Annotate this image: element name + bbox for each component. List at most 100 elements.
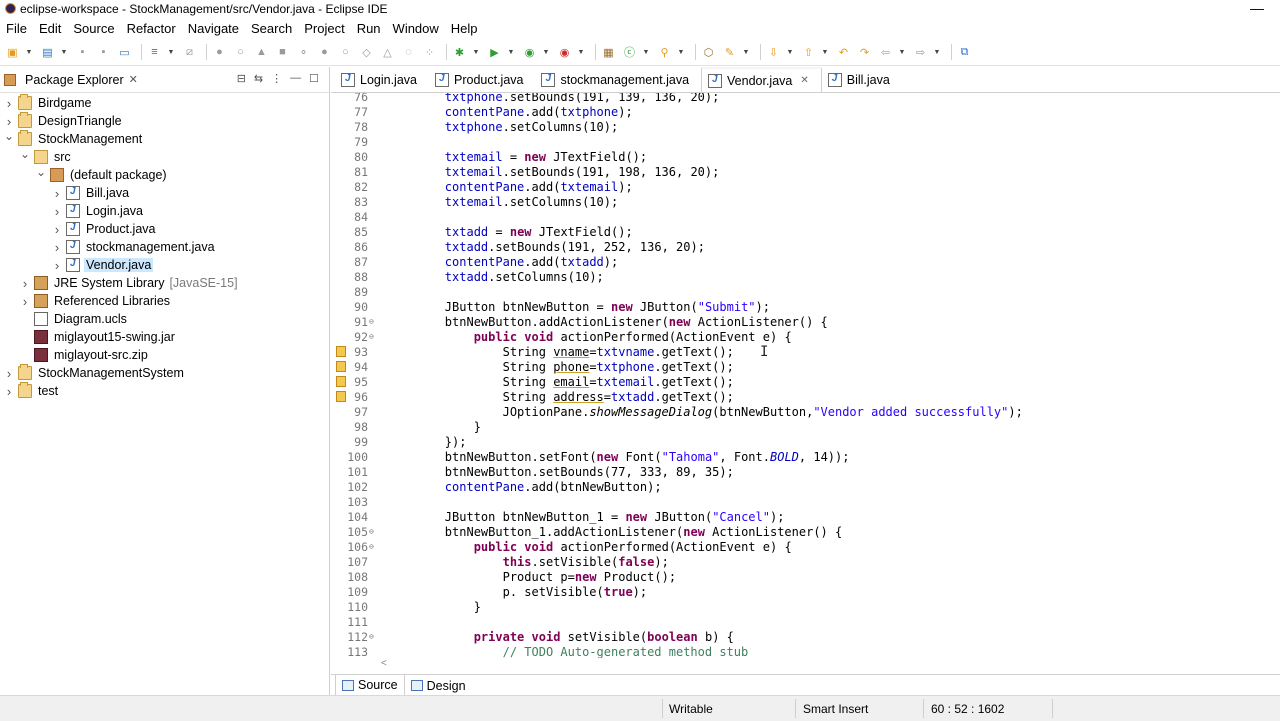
terminal-icon[interactable]: ▭ xyxy=(116,44,133,61)
tasks-dropdown-icon[interactable]: ▼ xyxy=(677,44,685,61)
menu-edit[interactable]: Edit xyxy=(33,21,67,36)
debug-icon[interactable]: ✱ xyxy=(451,44,468,61)
tree-item[interactable]: Diagram.ucls xyxy=(20,310,129,328)
tab-source[interactable]: Source xyxy=(335,675,405,696)
view-menu-icon[interactable]: ⋮ xyxy=(271,72,282,85)
last-edit-forward-icon[interactable]: ↷ xyxy=(856,44,873,61)
tree-item[interactable]: › JRE System Library [JavaSE-15] xyxy=(20,274,238,292)
menu-search[interactable]: Search xyxy=(245,21,298,36)
chevron-right-icon[interactable]: › xyxy=(4,384,14,399)
menu-run[interactable]: Run xyxy=(351,21,387,36)
skip-breakpoints-icon[interactable]: ⧄ xyxy=(181,44,198,61)
close-icon[interactable]: ✕ xyxy=(129,73,138,86)
forward-dropdown-icon[interactable]: ▼ xyxy=(933,44,941,61)
chevron-right-icon[interactable]: › xyxy=(52,186,62,201)
collapse-all-icon[interactable]: ⊟ xyxy=(237,72,246,85)
chevron-right-icon[interactable]: › xyxy=(4,114,14,129)
save-icon[interactable]: ▪ xyxy=(74,44,91,61)
editor-tab[interactable]: Login.java xyxy=(335,67,429,92)
link-with-editor-icon[interactable]: ⇆ xyxy=(254,72,263,85)
menu-project[interactable]: Project xyxy=(298,21,350,36)
debug-control-6-icon[interactable]: ● xyxy=(316,44,333,61)
run-dropdown-icon[interactable]: ▼ xyxy=(507,44,515,61)
debug-control-1-icon[interactable]: ● xyxy=(211,44,228,61)
search-dropdown-icon[interactable]: ▼ xyxy=(742,44,750,61)
open-type-icon[interactable]: ⬡ xyxy=(700,44,717,61)
search-icon[interactable]: ✎ xyxy=(721,44,738,61)
warning-marker-icon[interactable] xyxy=(336,361,346,372)
warning-marker-icon[interactable] xyxy=(336,346,346,357)
tree-item[interactable]: › Vendor.java xyxy=(52,256,154,274)
run-icon[interactable]: ▶ xyxy=(486,44,503,61)
previous-annotation-icon[interactable]: ⇧ xyxy=(800,44,817,61)
editor-tab[interactable]: Bill.java xyxy=(822,67,902,92)
tree-item[interactable]: ⌄ StockManagement xyxy=(4,129,144,148)
new-java-class-icon[interactable]: ⓒ xyxy=(621,44,638,61)
code-editor[interactable]: 76 txtphone.setBounds(191, 139, 136, 20)… xyxy=(331,93,1280,658)
close-icon[interactable]: ✕ xyxy=(800,75,808,86)
last-edit-location-icon[interactable]: ↶ xyxy=(835,44,852,61)
warning-marker-icon[interactable] xyxy=(336,391,346,402)
open-icon[interactable]: ▤ xyxy=(39,44,56,61)
debug-control-8-icon[interactable]: ◇ xyxy=(358,44,375,61)
tree-item[interactable]: ⌄ (default package) xyxy=(36,165,169,184)
chevron-right-icon[interactable]: › xyxy=(52,240,62,255)
debug-dropdown-icon[interactable]: ▼ xyxy=(472,44,480,61)
menu-file[interactable]: File xyxy=(0,21,33,36)
chevron-right-icon[interactable]: › xyxy=(20,276,30,291)
tree-item[interactable]: › StockManagementSystem xyxy=(4,364,186,382)
tasks-icon[interactable]: ⚲ xyxy=(656,44,673,61)
tree-item[interactable]: › Product.java xyxy=(52,220,157,238)
pin-editor-icon[interactable]: ⧉ xyxy=(956,44,973,61)
chevron-right-icon[interactable]: › xyxy=(52,204,62,219)
breadcrumb-toggle-icon[interactable]: ≡ xyxy=(146,44,163,61)
fold-toggle-icon[interactable]: ⊖ xyxy=(369,527,377,536)
tree-item[interactable]: › stockmanagement.java xyxy=(52,238,217,256)
new-dropdown-icon[interactable]: ▼ xyxy=(25,44,33,61)
chevron-right-icon[interactable]: › xyxy=(4,366,14,381)
debug-control-11-icon[interactable]: ⁘ xyxy=(421,44,438,61)
tree-item[interactable]: miglayout-src.zip xyxy=(20,346,150,364)
chevron-right-icon[interactable]: › xyxy=(52,222,62,237)
menu-source[interactable]: Source xyxy=(67,21,120,36)
fold-toggle-icon[interactable]: ⊖ xyxy=(369,317,377,326)
tab-package-explorer[interactable]: Package Explorer ✕ xyxy=(0,67,142,92)
fold-toggle-icon[interactable]: ⊖ xyxy=(369,332,377,341)
previous-annotation-dropdown-icon[interactable]: ▼ xyxy=(821,44,829,61)
next-annotation-icon[interactable]: ⇩ xyxy=(765,44,782,61)
new-java-package-icon[interactable]: ▦ xyxy=(600,44,617,61)
editor-tab[interactable]: stockmanagement.java xyxy=(535,67,701,92)
forward-icon[interactable]: ⇨ xyxy=(912,44,929,61)
warning-marker-icon[interactable] xyxy=(336,376,346,387)
next-annotation-dropdown-icon[interactable]: ▼ xyxy=(786,44,794,61)
tree-item[interactable]: › Bill.java xyxy=(52,184,131,202)
chevron-down-icon[interactable]: ⌄ xyxy=(20,147,30,161)
editor-tab[interactable]: Vendor.java ✕ xyxy=(701,67,822,92)
back-icon[interactable]: ⇦ xyxy=(877,44,894,61)
chevron-right-icon[interactable]: › xyxy=(20,294,30,309)
tree-item[interactable]: ⌄ src xyxy=(20,147,73,166)
back-dropdown-icon[interactable]: ▼ xyxy=(898,44,906,61)
debug-control-7-icon[interactable]: ○ xyxy=(337,44,354,61)
fold-toggle-icon[interactable]: ⊖ xyxy=(369,632,377,641)
chevron-down-icon[interactable]: ⌄ xyxy=(4,129,14,143)
tree-item[interactable]: › test xyxy=(4,382,60,400)
debug-control-5-icon[interactable]: ⚬ xyxy=(295,44,312,61)
tree-item[interactable]: › DesignTriangle xyxy=(4,112,124,130)
horizontal-scrollbar[interactable]: < xyxy=(381,658,387,669)
menu-help[interactable]: Help xyxy=(445,21,484,36)
menu-refactor[interactable]: Refactor xyxy=(121,21,182,36)
debug-control-9-icon[interactable]: △ xyxy=(379,44,396,61)
coverage-icon[interactable]: ◉ xyxy=(521,44,538,61)
tree-item[interactable]: › Login.java xyxy=(52,202,145,220)
debug-control-2-icon[interactable]: ○ xyxy=(232,44,249,61)
chevron-down-icon[interactable]: ⌄ xyxy=(36,165,46,179)
save-all-icon[interactable]: ▪ xyxy=(95,44,112,61)
tree-item[interactable]: miglayout15-swing.jar xyxy=(20,328,177,346)
new-icon[interactable]: ▣ xyxy=(4,44,21,61)
debug-control-10-icon[interactable]: ◌ xyxy=(400,44,417,61)
external-tools-icon[interactable]: ◉ xyxy=(556,44,573,61)
debug-control-3-icon[interactable]: ▲ xyxy=(253,44,270,61)
coverage-dropdown-icon[interactable]: ▼ xyxy=(542,44,550,61)
open-dropdown-icon[interactable]: ▼ xyxy=(60,44,68,61)
